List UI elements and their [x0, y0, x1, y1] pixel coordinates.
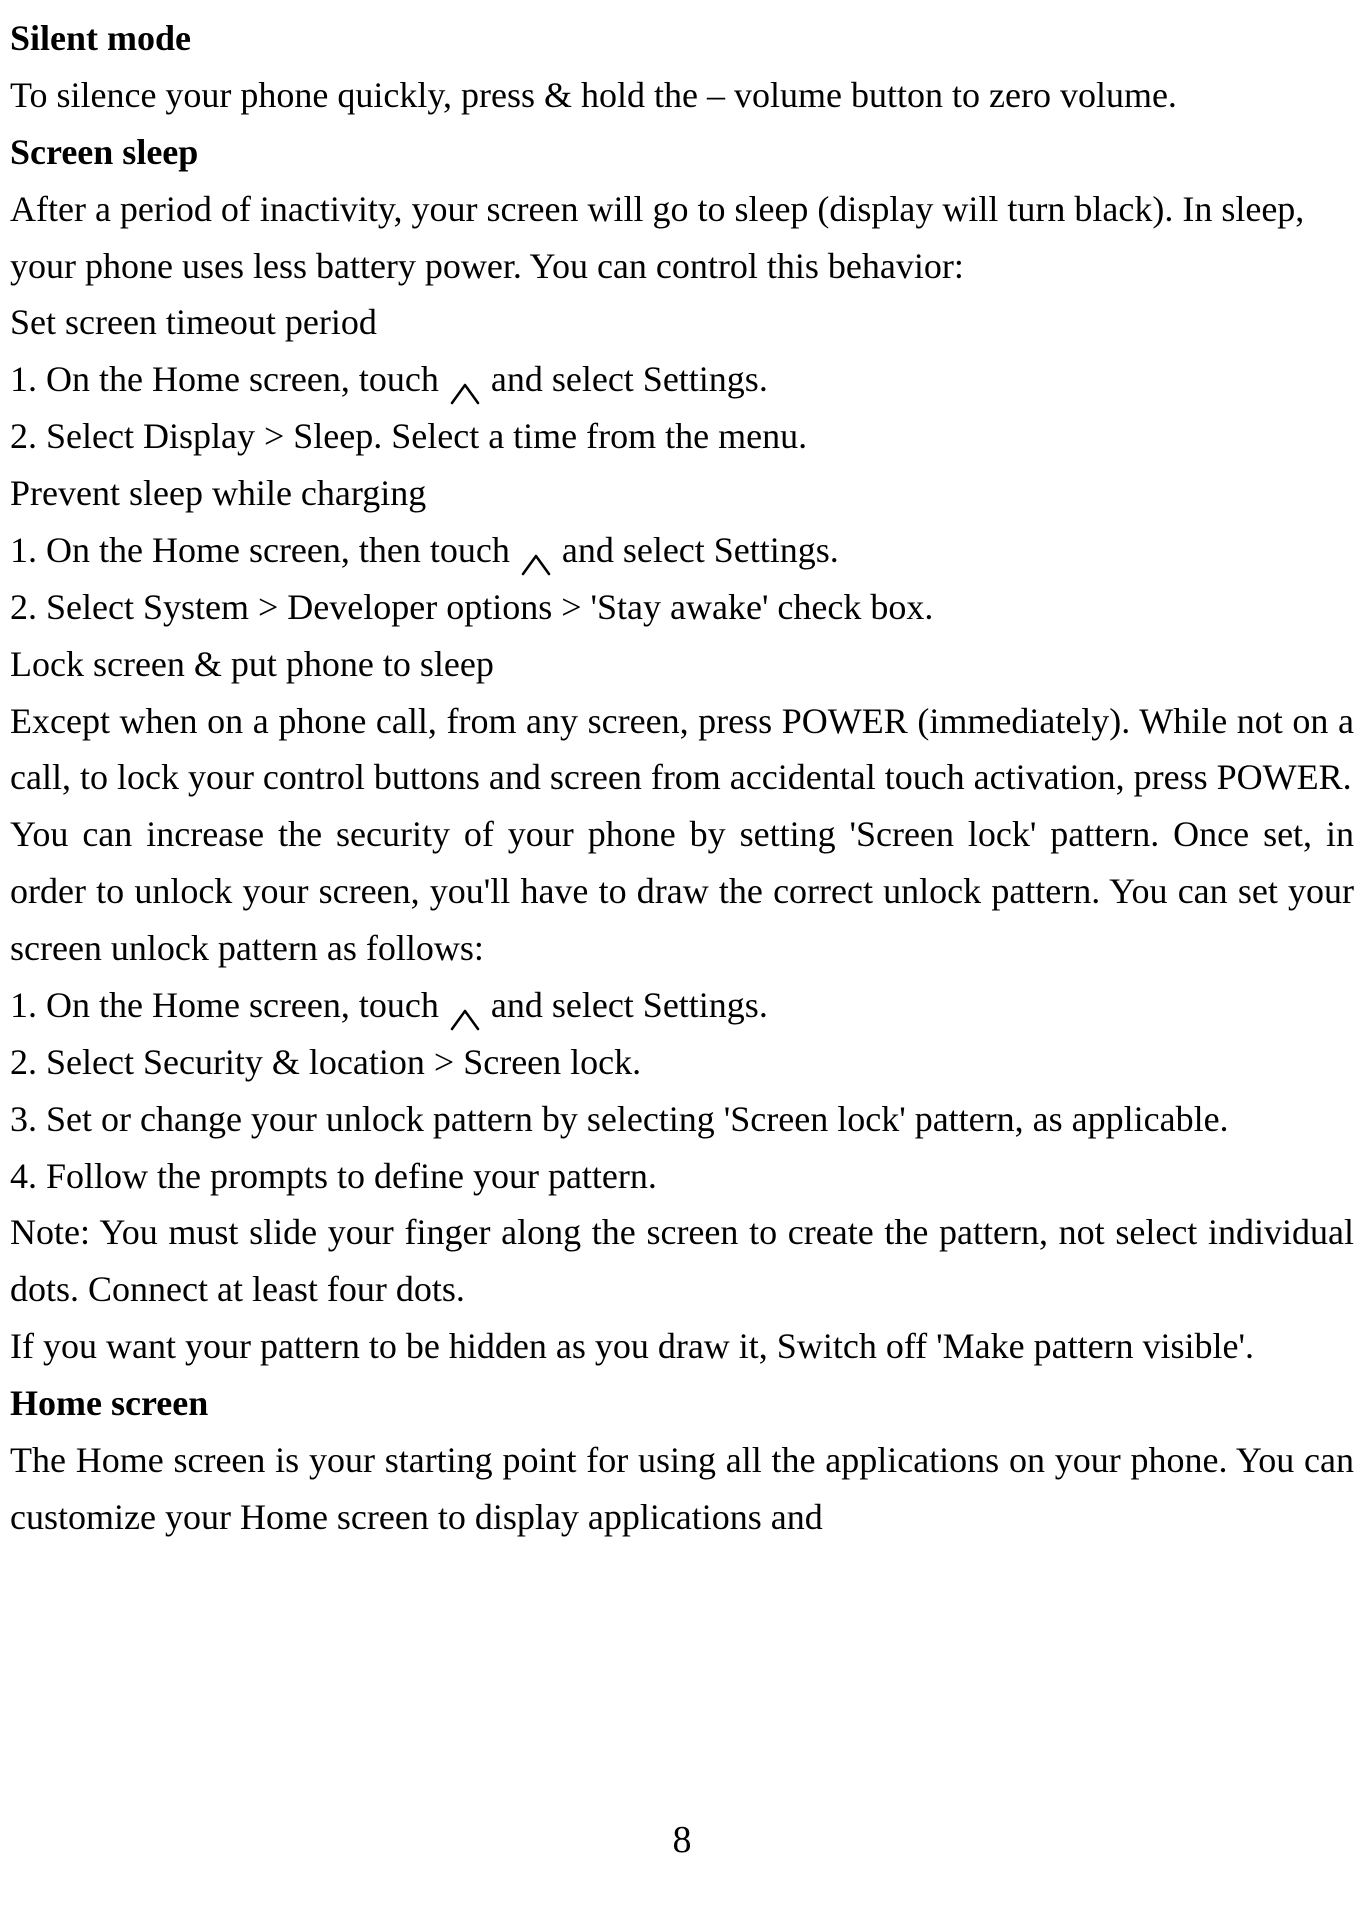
heading-screen-sleep: Screen sleep: [10, 124, 1354, 181]
heading-home-screen: Home screen: [10, 1375, 1354, 1432]
screen-sleep-intro: After a period of inactivity, your scree…: [10, 181, 1354, 295]
lock-step-4: 4. Follow the prompts to define your pat…: [10, 1148, 1354, 1205]
prevent-step-1: 1. On the Home screen, then touch and se…: [10, 522, 1354, 579]
lock-heading: Lock screen & put phone to sleep: [10, 636, 1354, 693]
step-text: 1. On the Home screen, touch: [10, 985, 448, 1025]
step-text: 1. On the Home screen, touch: [10, 359, 448, 399]
timeout-step-1: 1. On the Home screen, touch and select …: [10, 351, 1354, 408]
pattern-note: Note: You must slide your finger along t…: [10, 1204, 1354, 1318]
timeout-step-2: 2. Select Display > Sleep. Select a time…: [10, 408, 1354, 465]
silent-mode-body: To silence your phone quickly, press & h…: [10, 67, 1354, 124]
up-arrow-icon: [519, 538, 553, 564]
lock-body-2: You can increase the security of your ph…: [10, 806, 1354, 977]
step-text: and select Settings.: [553, 530, 839, 570]
prevent-sleep-heading: Prevent sleep while charging: [10, 465, 1354, 522]
step-text: and select Settings.: [482, 985, 768, 1025]
home-screen-body: The Home screen is your starting point f…: [10, 1432, 1354, 1546]
heading-silent-mode: Silent mode: [10, 10, 1354, 67]
up-arrow-icon: [448, 367, 482, 393]
lock-step-1: 1. On the Home screen, touch and select …: [10, 977, 1354, 1034]
set-timeout-heading: Set screen timeout period: [10, 294, 1354, 351]
prevent-step-2: 2. Select System > Developer options > '…: [10, 579, 1354, 636]
step-text: 1. On the Home screen, then touch: [10, 530, 519, 570]
up-arrow-icon: [448, 993, 482, 1019]
lock-step-2: 2. Select Security & location > Screen l…: [10, 1034, 1354, 1091]
step-text: and select Settings.: [482, 359, 768, 399]
pattern-hidden: If you want your pattern to be hidden as…: [10, 1318, 1354, 1375]
page-number: 8: [0, 1810, 1364, 1870]
lock-body-1: Except when on a phone call, from any sc…: [10, 693, 1354, 807]
lock-step-3: 3. Set or change your unlock pattern by …: [10, 1091, 1354, 1148]
